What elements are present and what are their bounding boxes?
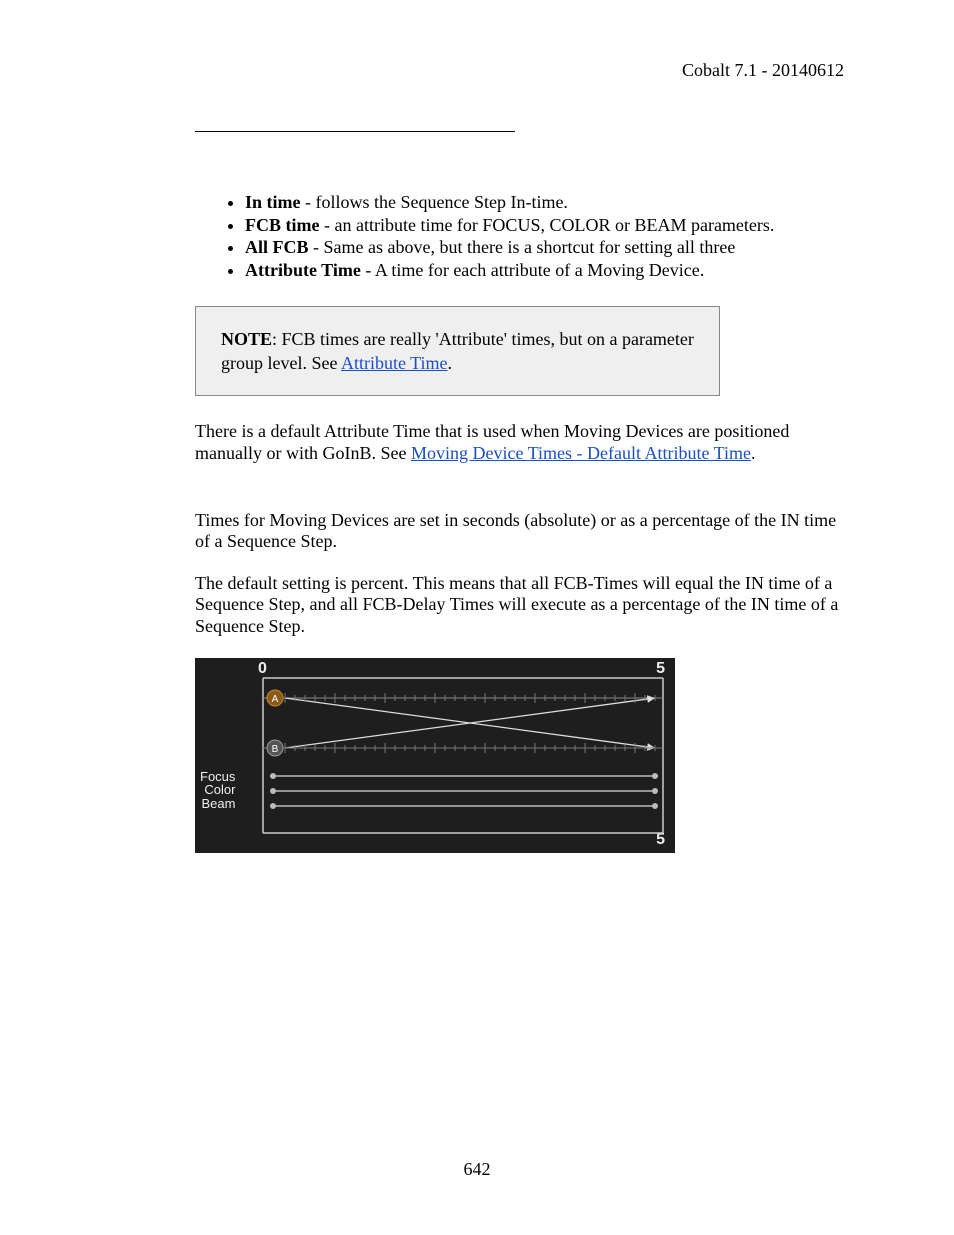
note-body-after: . xyxy=(448,353,453,373)
bullet-text: - an attribute time for FOCUS, COLOR or … xyxy=(319,215,774,235)
list-item: In time - follows the Sequence Step In-t… xyxy=(245,192,844,213)
note-body-before: FCB times are really 'Attribute' times, … xyxy=(221,329,694,373)
page-number: 642 xyxy=(0,1159,954,1180)
bullet-label: Attribute Time xyxy=(245,260,361,280)
para1-suffix: . xyxy=(751,443,756,463)
list-item: All FCB - Same as above, but there is a … xyxy=(245,237,844,258)
bullet-label: All FCB xyxy=(245,237,309,257)
paragraph-default-percent: The default setting is percent. This mea… xyxy=(195,573,844,638)
bullet-label: FCB time xyxy=(245,215,319,235)
attribute-time-types-list: In time - follows the Sequence Step In-t… xyxy=(245,192,844,281)
note-colon: : xyxy=(272,329,282,349)
default-attribute-time-link[interactable]: Moving Device Times - Default Attribute … xyxy=(411,443,751,463)
note-callout: NOTE: FCB times are really 'Attribute' t… xyxy=(195,306,720,397)
page-content: In time - follows the Sequence Step In-t… xyxy=(195,131,844,853)
note-link[interactable]: Attribute Time xyxy=(341,353,448,373)
bullet-text: - A time for each attribute of a Moving … xyxy=(361,260,704,280)
list-item: Attribute Time - A time for each attribu… xyxy=(245,260,844,281)
paragraph-absolute-percent-intro: Times for Moving Devices are set in seco… xyxy=(195,510,844,553)
bullet-label: In time xyxy=(245,192,301,212)
section-divider xyxy=(195,131,515,132)
timing-diagram: 0 5 5 Focus Color Beam xyxy=(195,658,675,853)
bullet-text: - Same as above, but there is a shortcut… xyxy=(309,237,736,257)
bubble-b-text: B xyxy=(272,744,279,755)
document-header: Cobalt 7.1 - 20140612 xyxy=(80,60,844,81)
diagram-svg: A B xyxy=(195,658,675,853)
note-title: NOTE xyxy=(221,329,272,349)
list-item: FCB time - an attribute time for FOCUS, … xyxy=(245,215,844,236)
product-version-text: Cobalt 7.1 - 20140612 xyxy=(682,60,844,80)
bubble-a-text: A xyxy=(272,694,279,705)
bullet-text: - follows the Sequence Step In-time. xyxy=(301,192,568,212)
paragraph-default-attribute-time: There is a default Attribute Time that i… xyxy=(195,421,844,464)
